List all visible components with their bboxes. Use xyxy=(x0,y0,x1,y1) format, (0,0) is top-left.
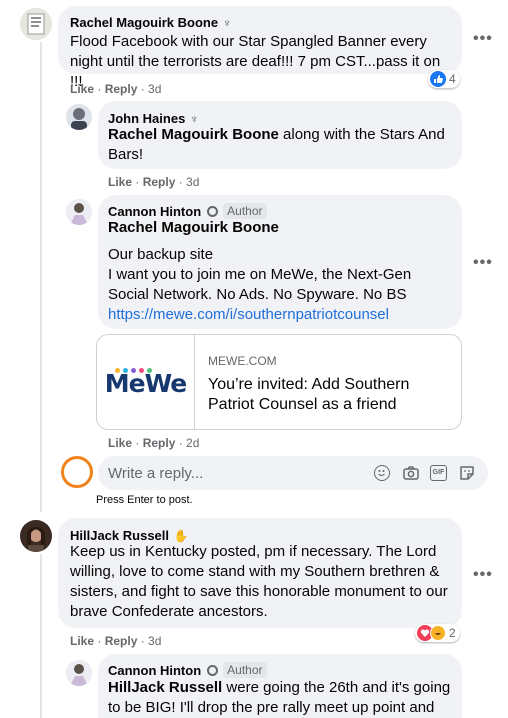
author-badge: Author xyxy=(223,203,267,219)
timestamp[interactable]: 3d xyxy=(148,82,161,96)
comment-text-line1: Our backup site xyxy=(108,246,214,263)
commenter-name[interactable]: Cannon Hinton xyxy=(108,663,201,678)
commenter-name[interactable]: Rachel Magouirk Boone xyxy=(70,15,218,30)
link-preview-card[interactable]: MeWe MEWE.COM You’re invited: Add Southe… xyxy=(96,334,462,430)
like-reaction-icon xyxy=(430,71,446,87)
haha-reaction-icon xyxy=(430,625,446,641)
avatar[interactable] xyxy=(20,8,52,40)
mention-link[interactable]: Rachel Magouirk Boone xyxy=(108,126,279,143)
commenter-name[interactable]: John Haines xyxy=(108,111,185,126)
reaction-count[interactable]: 2 xyxy=(415,624,460,642)
avatar[interactable] xyxy=(66,199,92,225)
reply-button[interactable]: Reply xyxy=(143,436,176,450)
reply-placeholder: Write a reply... xyxy=(108,465,204,482)
more-options-icon[interactable]: ••• xyxy=(473,30,493,48)
commenter-name[interactable]: Cannon Hinton xyxy=(108,204,201,219)
reply-button[interactable]: Reply xyxy=(105,82,138,96)
mention-link[interactable]: HillJack Russell xyxy=(108,679,222,696)
comment-bubble: Cannon Hinton Author HillJack Russell we… xyxy=(98,654,462,718)
mention-link[interactable]: Rachel Magouirk Boone xyxy=(108,219,279,236)
reply-button[interactable]: Reply xyxy=(105,634,138,648)
comment-bubble: Rachel Magouirk Boone ♆ Flood Facebook w… xyxy=(58,6,462,90)
reply-button[interactable]: Reply xyxy=(143,175,176,189)
user-avatar-ring xyxy=(61,456,93,488)
avatar[interactable] xyxy=(20,520,52,552)
wave-icon: ✋ xyxy=(173,529,189,543)
seedling-icon: ♆ xyxy=(189,112,199,126)
card-domain: MEWE.COM xyxy=(208,354,277,368)
sticker-icon[interactable] xyxy=(458,464,476,487)
emoji-icon[interactable] xyxy=(374,465,390,481)
more-options-icon[interactable]: ••• xyxy=(473,254,493,272)
comment-bubble: HillJack Russell ✋ Keep us in Kentucky p… xyxy=(58,518,462,628)
like-button[interactable]: Like xyxy=(108,175,132,189)
shield-icon xyxy=(207,205,219,217)
reply-hint: Press Enter to post. xyxy=(96,494,193,506)
comment-text: Keep us in Kentucky posted, pm if necess… xyxy=(70,543,448,620)
card-title: You’re invited: Add Southern Patriot Cou… xyxy=(208,376,410,413)
like-button[interactable]: Like xyxy=(108,436,132,450)
seedling-icon: ♆ xyxy=(222,16,232,30)
author-badge: Author xyxy=(223,662,267,678)
reply-input[interactable]: Write a reply... GIF xyxy=(98,456,488,490)
timestamp[interactable]: 3d xyxy=(148,634,161,648)
mewe-logo: MeWe xyxy=(97,335,195,429)
external-link[interactable]: https://mewe.com/i/southernpatriotcounse… xyxy=(108,305,389,325)
comment-bubble: Cannon Hinton Author Rachel Magouirk Boo… xyxy=(98,195,462,329)
like-button[interactable]: Like xyxy=(70,634,94,648)
like-button[interactable]: Like xyxy=(70,82,94,96)
reaction-count[interactable]: 4 xyxy=(428,70,460,88)
gif-icon[interactable]: GIF xyxy=(430,465,447,481)
timestamp[interactable]: 2d xyxy=(186,436,199,450)
comment-bubble: John Haines ♆ Rachel Magouirk Boone alon… xyxy=(98,101,462,169)
shield-icon xyxy=(207,664,219,676)
commenter-name[interactable]: HillJack Russell xyxy=(70,528,169,543)
more-options-icon[interactable]: ••• xyxy=(473,566,493,584)
camera-icon[interactable] xyxy=(402,464,420,487)
avatar[interactable] xyxy=(66,660,92,686)
timestamp[interactable]: 3d xyxy=(186,175,199,189)
comment-text-line2: I want you to join me on MeWe, the Next-… xyxy=(108,266,412,303)
avatar[interactable] xyxy=(66,104,92,130)
